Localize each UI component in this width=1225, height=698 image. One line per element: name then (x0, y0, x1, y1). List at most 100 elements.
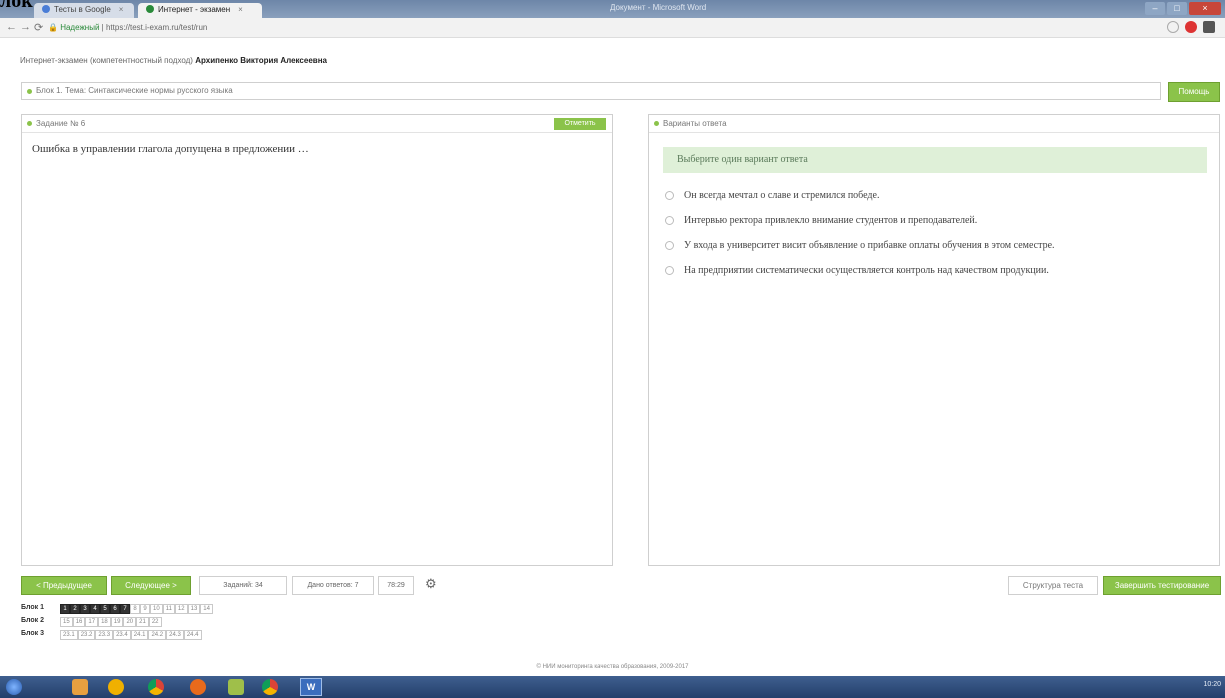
task-nav-cell[interactable]: 22 (148, 617, 162, 627)
answered-count: Дано ответов: 7 (292, 576, 374, 595)
task-nav-cell[interactable]: 24.1 (130, 630, 149, 640)
radio-button[interactable] (665, 191, 674, 200)
start-icon[interactable] (6, 679, 22, 695)
block-nav-row: Блок 3 23.1 23.2 23.3 23.4 24.1 24.2 24.3 24.4 (21, 627, 202, 640)
footer-copyright: © НИИ мониторинга качества образования, … (536, 664, 689, 670)
radio-button[interactable] (665, 216, 674, 225)
block-nav-items: 15 16 17 18 19 20 21 22 (60, 614, 162, 627)
answer-option[interactable]: Он всегда мечтал о славе и стремился поб… (665, 183, 1219, 208)
block-title-bar: Блок 1. Тема: Синтаксические нормы русск… (21, 82, 1161, 100)
browser-tab-google[interactable]: Тесты в Google × (34, 3, 134, 18)
timer: 78:29 (378, 576, 414, 595)
star-icon[interactable] (1167, 21, 1179, 33)
forward-icon[interactable]: → (20, 21, 31, 33)
task-nav-cell[interactable]: 6 (110, 604, 120, 614)
question-text: Ошибка в управлении глагола допущена в п… (32, 143, 309, 155)
chrome-icon[interactable] (262, 679, 278, 695)
task-nav-cell[interactable]: 12 (174, 604, 188, 614)
back-icon[interactable]: ← (6, 21, 17, 33)
close-icon[interactable]: × (238, 5, 243, 14)
tasks-count: Заданий: 34 (199, 576, 287, 595)
overlay-title: лок (0, 0, 33, 12)
task-nav-cell[interactable]: 23.2 (77, 630, 96, 640)
block-nav-items: 1 2 3 4 5 6 7 8 9 10 11 12 13 14 (60, 601, 213, 614)
task-nav-cell[interactable]: 24.2 (148, 630, 167, 640)
task-nav-cell[interactable]: 4 (90, 604, 100, 614)
folder-icon[interactable] (72, 679, 88, 695)
radio-button[interactable] (665, 241, 674, 250)
task-nav-cell[interactable]: 9 (140, 604, 150, 614)
answer-hint: Выберите один вариант ответа (663, 147, 1207, 173)
task-nav-cell[interactable]: 23.1 (60, 630, 78, 640)
block-nav-items: 23.1 23.2 23.3 23.4 24.1 24.2 24.3 24.4 (60, 627, 202, 640)
answer-option[interactable]: На предприятии систематически осуществля… (665, 258, 1219, 283)
task-nav-cell[interactable]: 3 (80, 604, 90, 614)
url-field[interactable]: 🔒 Надежный | https://test.i-exam.ru/test… (48, 21, 1148, 35)
task-nav-cell[interactable]: 23.3 (95, 630, 114, 640)
bullet-icon (27, 89, 32, 94)
task-nav-cell[interactable]: 24.4 (183, 630, 202, 640)
task-nav-cell[interactable]: 5 (100, 604, 110, 614)
favicon-icon (42, 5, 50, 13)
gear-icon[interactable]: ⚙ (425, 576, 437, 592)
close-icon[interactable]: × (119, 5, 124, 14)
radio-button[interactable] (665, 266, 674, 275)
task-nav-cell[interactable]: 17 (85, 617, 99, 627)
reload-icon[interactable]: ⟳ (34, 21, 43, 34)
task-nav-cell[interactable]: 14 (200, 604, 213, 614)
task-header: Задание № 6 Отметить (22, 115, 612, 133)
answers-header: Варианты ответа (649, 115, 1219, 133)
task-nav-cell[interactable]: 15 (60, 617, 73, 627)
task-nav-cell[interactable]: 10 (150, 604, 163, 614)
answers-panel: Варианты ответа Выберите один вариант от… (648, 114, 1220, 566)
user-line: Интернет-экзамен (компетентностный подхо… (20, 56, 327, 65)
answer-list: Он всегда мечтал о славе и стремился поб… (665, 183, 1219, 283)
word-icon[interactable]: W (300, 678, 322, 696)
task-nav-cell[interactable]: 7 (120, 604, 130, 614)
task-nav-cell[interactable]: 11 (162, 604, 175, 614)
answer-option[interactable]: У входа в университет висит объявление о… (665, 233, 1219, 258)
browser-tabbar: Тесты в Google × Интернет - экзамен × Доку… (0, 0, 1225, 18)
help-button[interactable]: Помощь (1168, 82, 1220, 102)
minimize-icon[interactable]: – (1145, 2, 1165, 15)
task-nav-cell[interactable]: 24.3 (166, 630, 184, 640)
menu-icon[interactable] (1203, 21, 1215, 33)
maximize-icon[interactable]: □ (1167, 2, 1187, 15)
bullet-icon (27, 121, 32, 126)
address-bar: ← → ⟳ 🔒 Надежный | https://test.i-exam.r… (0, 18, 1225, 38)
chrome-icon[interactable] (148, 679, 164, 695)
task-nav-cell[interactable]: 19 (110, 617, 124, 627)
finish-button[interactable]: Завершить тестирование (1103, 576, 1221, 595)
user-name: Архипенко Виктория Алексеевна (195, 56, 327, 65)
task-nav-cell[interactable]: 8 (130, 604, 140, 614)
close-window-icon[interactable]: × (1189, 2, 1221, 15)
block-nav-row: Блок 1 1 2 3 4 5 6 7 8 9 10 11 12 13 14 (21, 601, 213, 614)
bullet-icon (654, 121, 659, 126)
favicon-icon (146, 5, 154, 13)
mark-button[interactable]: Отметить (554, 118, 606, 130)
app-icon[interactable] (190, 679, 206, 695)
task-nav-cell[interactable]: 23.4 (113, 630, 131, 640)
task-nav-cell[interactable]: 13 (187, 604, 201, 614)
lock-icon: 🔒 (48, 23, 58, 32)
task-nav-cell[interactable]: 16 (72, 617, 86, 627)
app-icon[interactable] (228, 679, 244, 695)
task-panel: Задание № 6 Отметить Ошибка в управлении… (21, 114, 613, 566)
block-nav-row: Блок 2 15 16 17 18 19 20 21 22 (21, 614, 162, 627)
task-nav-cell[interactable]: 18 (98, 617, 111, 627)
tray-clock: 10:20 (1203, 681, 1221, 688)
task-nav-cell[interactable]: 1 (60, 604, 70, 614)
answer-option[interactable]: Интервью ректора привлекло внимание студ… (665, 208, 1219, 233)
window-controls: – □ × (1145, 2, 1221, 15)
next-button[interactable]: Следующее > (111, 576, 191, 595)
window-title: Документ - Microsoft Word (610, 3, 707, 12)
structure-button[interactable]: Структура теста (1008, 576, 1098, 595)
task-nav-cell[interactable]: 21 (136, 617, 149, 627)
task-nav-cell[interactable]: 20 (123, 617, 137, 627)
media-icon[interactable] (108, 679, 124, 695)
prev-button[interactable]: < Предыдущее (21, 576, 107, 595)
task-nav-cell[interactable]: 2 (70, 604, 80, 614)
browser-tab-exam[interactable]: Интернет - экзамен × (138, 3, 262, 18)
taskbar: W 10:20 (0, 676, 1225, 698)
extension-icon[interactable] (1185, 21, 1197, 33)
